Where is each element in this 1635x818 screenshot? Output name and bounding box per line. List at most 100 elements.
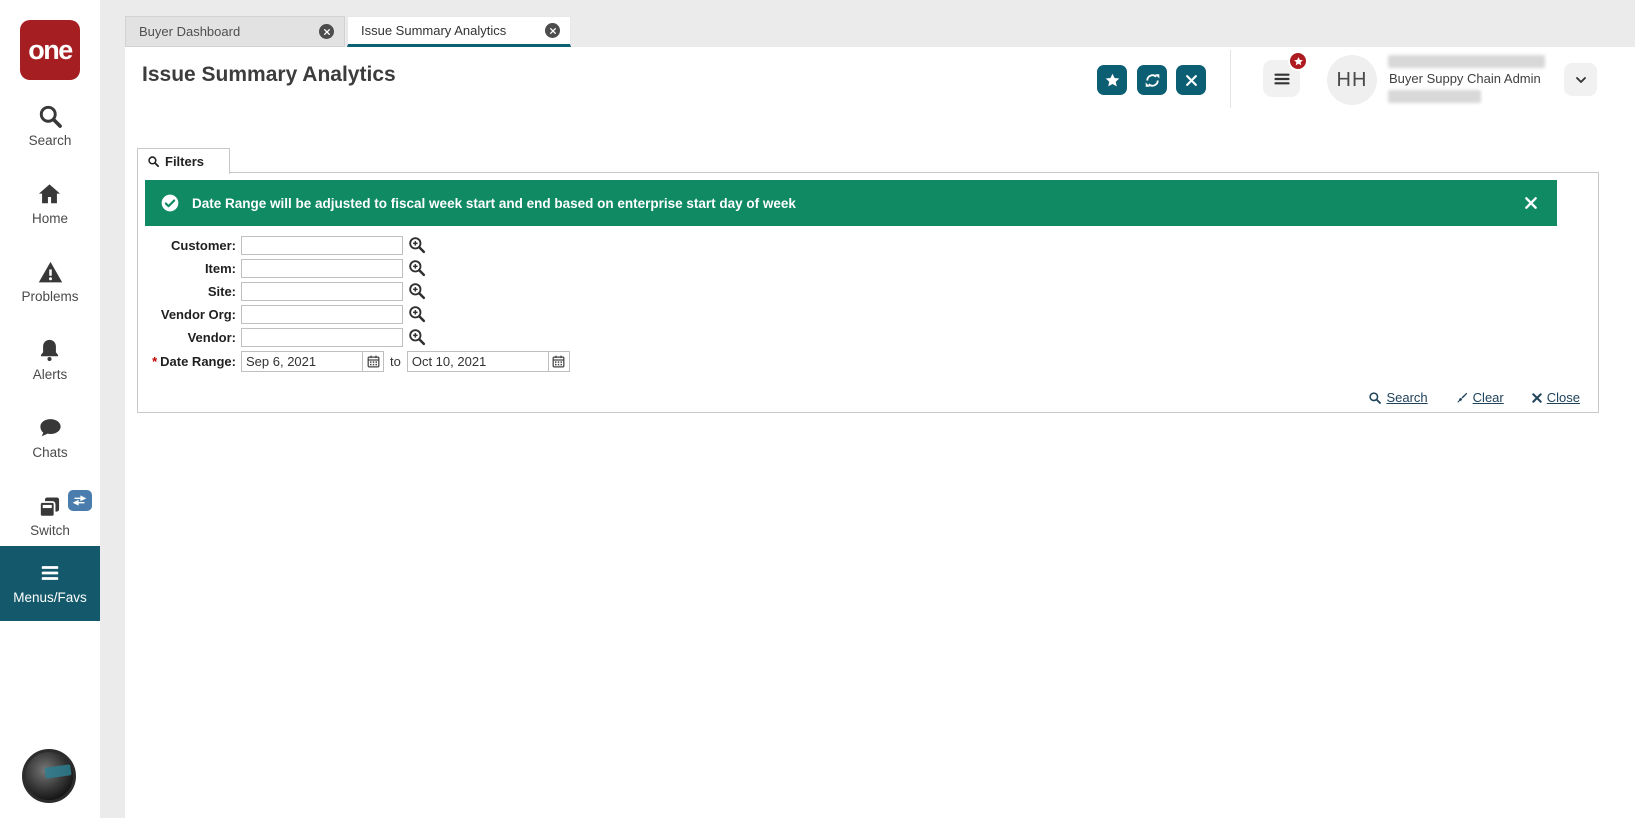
sidebar-item-label: Problems xyxy=(21,289,79,304)
sidebar-item-label: Search xyxy=(28,133,72,148)
zoom-in-icon[interactable] xyxy=(407,327,427,347)
close-link[interactable]: Close xyxy=(1531,390,1580,405)
favorite-star-button[interactable] xyxy=(1097,65,1127,95)
sidebar-item-label: Home xyxy=(31,211,68,226)
notification-star-badge xyxy=(1288,51,1308,71)
calendar-icon[interactable] xyxy=(362,350,384,372)
date-range-label: * Date Range: xyxy=(152,353,236,369)
assistant-avatar[interactable] xyxy=(22,749,76,803)
switch-windows-icon xyxy=(36,493,63,520)
filter-row-date-range: *Date Range: to xyxy=(138,350,1598,372)
vendor-org-input[interactable] xyxy=(241,304,403,324)
sidebar-item-label: Chats xyxy=(32,445,68,460)
sidebar-item-alerts[interactable]: Alerts xyxy=(32,337,68,382)
warning-triangle-icon xyxy=(37,259,64,286)
filter-row-customer: Customer: xyxy=(138,235,1598,255)
sidebar-item-search[interactable]: Search xyxy=(28,103,72,148)
filters-tab[interactable]: Filters xyxy=(137,148,230,174)
close-x-icon xyxy=(1531,392,1543,404)
logo-text: one xyxy=(28,34,73,65)
sidebar-item-problems[interactable]: Problems xyxy=(21,259,79,304)
close-icon xyxy=(1184,73,1199,88)
zoom-in-icon[interactable] xyxy=(407,281,427,301)
clear-brush-icon xyxy=(1455,391,1469,405)
filters-form: Customer: Item: Site: Vendor Org: Vendor… xyxy=(138,235,1598,375)
search-link-label: Search xyxy=(1386,390,1428,405)
search-icon xyxy=(147,155,160,168)
tab-label: Buyer Dashboard xyxy=(139,24,241,39)
workspace-tab-bar: Buyer Dashboard Issue Summary Analytics xyxy=(125,16,571,47)
tab-close-icon[interactable] xyxy=(319,24,334,39)
sidebar-item-label: Alerts xyxy=(32,367,68,382)
star-icon xyxy=(1104,72,1121,89)
user-dropdown-button[interactable] xyxy=(1564,63,1597,96)
bell-icon xyxy=(36,337,63,364)
banner-message: Date Range will be adjusted to fiscal we… xyxy=(192,195,796,211)
info-banner: Date Range will be adjusted to fiscal we… xyxy=(145,180,1557,226)
date-from-input[interactable] xyxy=(241,350,363,372)
filters-panel: Filters Date Range will be adjusted to f… xyxy=(137,148,1599,413)
refresh-icon xyxy=(1144,72,1161,89)
user-avatar[interactable]: HH xyxy=(1327,55,1377,105)
sidebar-item-menus-favs[interactable]: Menus/Favs xyxy=(0,546,100,621)
vendor-label: Vendor: xyxy=(187,329,236,345)
sidebar-item-switch[interactable]: Switch xyxy=(30,490,92,538)
home-icon xyxy=(36,181,63,208)
filters-tab-label: Filters xyxy=(165,154,205,169)
check-circle-icon xyxy=(160,193,180,213)
chevron-down-icon xyxy=(1573,72,1589,88)
search-icon xyxy=(1368,391,1382,405)
item-label: Item: xyxy=(204,260,236,276)
banner-close-icon[interactable] xyxy=(1523,194,1541,212)
filter-row-site: Site: xyxy=(138,281,1598,301)
date-to-group xyxy=(406,350,570,372)
tab-buyer-dashboard[interactable]: Buyer Dashboard xyxy=(125,16,345,47)
tab-label: Issue Summary Analytics xyxy=(361,23,507,38)
tab-close-icon[interactable] xyxy=(545,23,560,38)
chat-bubble-icon xyxy=(37,415,64,442)
main-content: Issue Summary Analytics HH Buyer Suppy C… xyxy=(125,47,1635,818)
search-link[interactable]: Search xyxy=(1368,390,1428,405)
calendar-icon[interactable] xyxy=(547,350,570,372)
date-range-separator: to xyxy=(390,353,401,369)
zoom-in-icon[interactable] xyxy=(407,235,427,255)
close-link-label: Close xyxy=(1546,390,1580,405)
sidebar-item-home[interactable]: Home xyxy=(32,181,68,226)
user-info: Buyer Suppy Chain Admin xyxy=(1388,55,1568,103)
user-role: Buyer Suppy Chain Admin xyxy=(1389,71,1541,86)
header-divider xyxy=(1230,50,1231,108)
sidebar: one Search Home Problems Alerts Chats Sw… xyxy=(0,0,100,818)
required-marker: * xyxy=(152,353,158,369)
page-title: Issue Summary Analytics xyxy=(142,63,396,86)
sidebar-nav: Search Home Problems Alerts Chats Switch xyxy=(0,103,100,571)
hamburger-icon xyxy=(1272,69,1292,89)
site-input[interactable] xyxy=(241,281,403,301)
filter-row-item: Item: xyxy=(138,258,1598,278)
menus-favs-label: Menus/Favs xyxy=(13,590,87,605)
filter-row-vendor: Vendor: xyxy=(138,327,1598,347)
search-icon xyxy=(37,103,64,130)
sidebar-item-label: Switch xyxy=(30,523,70,538)
hamburger-icon xyxy=(37,562,63,584)
one-network-logo[interactable]: one xyxy=(20,20,80,80)
date-from-group xyxy=(241,350,384,372)
zoom-in-icon[interactable] xyxy=(407,304,427,324)
clear-link[interactable]: Clear xyxy=(1455,390,1504,405)
tab-issue-summary-analytics[interactable]: Issue Summary Analytics xyxy=(347,16,571,47)
date-to-input[interactable] xyxy=(406,350,549,372)
zoom-in-icon[interactable] xyxy=(407,258,427,278)
vendor-org-label: Vendor Org: xyxy=(160,306,236,322)
vendor-input[interactable] xyxy=(241,327,403,347)
customer-label: Customer: xyxy=(170,237,236,253)
customer-input[interactable] xyxy=(241,235,403,255)
swap-arrows-icon[interactable] xyxy=(67,490,92,511)
sidebar-item-chats[interactable]: Chats xyxy=(32,415,68,460)
item-input[interactable] xyxy=(241,258,403,278)
redacted-user-detail xyxy=(1388,90,1481,103)
close-screen-button[interactable] xyxy=(1176,65,1206,95)
clear-link-label: Clear xyxy=(1472,390,1504,405)
user-initials: HH xyxy=(1336,68,1368,91)
site-label: Site: xyxy=(207,283,236,299)
refresh-button[interactable] xyxy=(1137,65,1167,95)
redacted-user-name xyxy=(1388,55,1545,68)
